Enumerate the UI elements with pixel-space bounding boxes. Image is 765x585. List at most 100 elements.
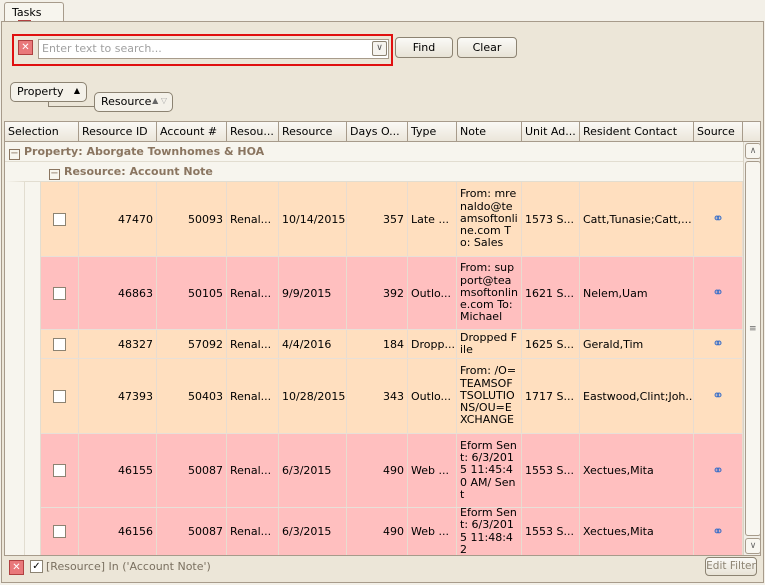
row-checkbox[interactable] bbox=[53, 525, 66, 538]
search-input[interactable]: Enter text to search... bbox=[38, 39, 389, 59]
row-checkbox[interactable] bbox=[53, 389, 66, 403]
row-checkbox[interactable] bbox=[53, 464, 66, 477]
clear-search-icon[interactable]: ✕ bbox=[18, 40, 33, 55]
resou-text: Renal... bbox=[230, 389, 272, 403]
table-row[interactable]: 46156 50087 Renal... 6/3/2015 490 Web ... Efor… bbox=[41, 508, 743, 555]
resou-text: Renal... bbox=[230, 464, 272, 477]
resou-text: Renal... bbox=[230, 525, 272, 538]
unit-text: 1553 S... bbox=[525, 464, 574, 477]
days-text: 392 bbox=[383, 286, 404, 300]
cell-days: 392 bbox=[347, 257, 408, 329]
cell-resou: Renal... bbox=[227, 330, 279, 358]
date-text: 6/3/2015 bbox=[282, 464, 332, 477]
cell-note: From: /O=TEAMSOFTSOLUTIONS/OU=EXCHANGE bbox=[457, 359, 522, 433]
id-text: 47470 bbox=[118, 212, 153, 226]
row-checkbox[interactable] bbox=[53, 337, 66, 351]
column-header[interactable]: Resident Contact bbox=[580, 122, 694, 142]
cell-date: 10/28/2015 bbox=[279, 359, 347, 433]
cell-resou: Renal... bbox=[227, 434, 279, 507]
cell-days: 490 bbox=[347, 434, 408, 507]
table-row[interactable]: 47393 50403 Renal... 10/28/2015 343 Outlo... F… bbox=[41, 359, 743, 434]
id-text: 46156 bbox=[118, 525, 153, 538]
group-row-property[interactable]: − Property: Aborgate Townhomes & HOA bbox=[5, 142, 743, 162]
column-header[interactable]: Resource bbox=[279, 122, 347, 142]
selection-cell bbox=[41, 359, 79, 433]
column-header[interactable]: Selection bbox=[5, 122, 79, 142]
date-text: 6/3/2015 bbox=[282, 525, 332, 538]
cell-note: Dropped File bbox=[457, 330, 522, 358]
vertical-scrollbar[interactable]: ∧ ≡ ∨ bbox=[743, 142, 760, 555]
cell-type: Late ... bbox=[408, 182, 457, 256]
collapse-icon[interactable]: − bbox=[49, 169, 60, 180]
column-header[interactable]: Account # bbox=[157, 122, 227, 142]
source-link-icon[interactable]: ⚭ bbox=[712, 463, 724, 479]
cell-type: Dropp... bbox=[408, 330, 457, 358]
table-row[interactable]: 46155 50087 Renal... 6/3/2015 490 Web ... Efor… bbox=[41, 434, 743, 508]
column-header[interactable]: Unit Ad... bbox=[522, 122, 580, 142]
row-checkbox[interactable] bbox=[53, 286, 66, 300]
chevron-down-icon[interactable]: ∨ bbox=[372, 41, 387, 56]
cell-type: Outlo... bbox=[408, 359, 457, 433]
account-text: 50093 bbox=[188, 212, 223, 226]
column-header[interactable]: Source bbox=[694, 122, 743, 142]
filter-text[interactable]: [Resource] In ('Account Note') bbox=[46, 560, 211, 573]
cell-account: 50087 bbox=[157, 508, 227, 555]
clear-button[interactable]: Clear bbox=[457, 37, 517, 58]
source-link-icon[interactable]: ⚭ bbox=[712, 524, 724, 540]
cell-days: 490 bbox=[347, 508, 408, 555]
source-link-icon[interactable]: ⚭ bbox=[712, 336, 724, 352]
cell-date: 4/4/2016 bbox=[279, 330, 347, 358]
group-indent bbox=[5, 182, 25, 555]
row-checkbox[interactable] bbox=[53, 212, 66, 226]
source-link-icon[interactable]: ⚭ bbox=[712, 285, 724, 301]
group-row-resource[interactable]: − Resource: Account Note bbox=[5, 162, 743, 182]
column-header[interactable]: Days O... bbox=[347, 122, 408, 142]
cell-unit: 1621 S... bbox=[522, 257, 580, 329]
selection-cell bbox=[41, 434, 79, 507]
date-text: 4/4/2016 bbox=[282, 337, 332, 351]
type-text: Outlo... bbox=[411, 389, 452, 403]
column-header[interactable]: Type bbox=[408, 122, 457, 142]
source-link-icon[interactable]: ⚭ bbox=[712, 388, 724, 404]
note-text: From: /O=TEAMSOFTSOLUTIONS/OU=EXCHANGE bbox=[460, 364, 517, 427]
resou-text: Renal... bbox=[230, 337, 272, 351]
edit-filter-button[interactable]: Edit Filter bbox=[705, 557, 757, 576]
cell-date: 9/9/2015 bbox=[279, 257, 347, 329]
tab-tasks[interactable]: Tasks ✕ bbox=[4, 2, 64, 33]
scroll-down-icon[interactable]: ∨ bbox=[745, 538, 760, 554]
cell-note: Eform Sent: 6/3/2015 11:48:42 bbox=[457, 508, 522, 555]
column-header[interactable]: Resource ID bbox=[79, 122, 157, 142]
filter-enabled-checkbox[interactable]: ✓ bbox=[30, 560, 43, 573]
source-cell: ⚭ bbox=[694, 434, 743, 507]
cell-account: 50093 bbox=[157, 182, 227, 256]
scroll-thumb[interactable]: ≡ bbox=[745, 161, 760, 536]
contact-text: Xectues,Mita bbox=[583, 525, 654, 538]
table-row[interactable]: 48327 57092 Renal... 4/4/2016 184 Dropp... Dro… bbox=[41, 330, 743, 359]
source-cell: ⚭ bbox=[694, 508, 743, 555]
type-text: Dropp... bbox=[411, 337, 455, 351]
group-by-property[interactable]: Property ▲ bbox=[10, 82, 87, 102]
group-by-resource[interactable]: Resource ▲ ▽ bbox=[94, 92, 173, 112]
clear-filter-icon[interactable]: ✕ bbox=[9, 560, 24, 575]
cell-type: Outlo... bbox=[408, 257, 457, 329]
id-text: 46155 bbox=[118, 464, 153, 477]
cell-resou: Renal... bbox=[227, 182, 279, 256]
table-row[interactable]: 46863 50105 Renal... 9/9/2015 392 Outlo... Fro… bbox=[41, 257, 743, 330]
date-text: 10/28/2015 bbox=[282, 389, 346, 403]
find-button[interactable]: Find bbox=[395, 37, 453, 58]
table-row[interactable]: 47470 50093 Renal... 10/14/2015 357 Late ... F… bbox=[41, 182, 743, 257]
cell-contact: Nelem,Uam bbox=[580, 257, 694, 329]
cell-id: 47393 bbox=[79, 359, 157, 433]
scroll-up-icon[interactable]: ∧ bbox=[745, 143, 760, 159]
tab-label: Tasks bbox=[12, 6, 42, 19]
column-header[interactable]: Note bbox=[457, 122, 522, 142]
contact-text: Gerald,Tim bbox=[583, 337, 644, 351]
note-text: Eform Sent: 6/3/2015 11:48:42 bbox=[460, 508, 517, 555]
collapse-icon[interactable]: − bbox=[9, 149, 20, 160]
date-text: 10/14/2015 bbox=[282, 212, 346, 226]
source-link-icon[interactable]: ⚭ bbox=[712, 211, 724, 227]
unit-text: 1621 S... bbox=[525, 286, 574, 300]
column-header[interactable]: Resou... bbox=[227, 122, 279, 142]
header-filler bbox=[743, 122, 760, 142]
tasks-grid: Selection Resource ID Account # Resou... Res… bbox=[4, 121, 761, 556]
